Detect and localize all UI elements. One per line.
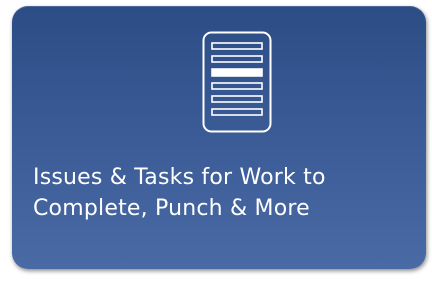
- tile-label: Issues & Tasks for Work to Complete, Pun…: [33, 165, 326, 221]
- issues-tasks-tile[interactable]: Issues & Tasks for Work to Complete, Pun…: [12, 6, 426, 269]
- task-list-icon: [202, 31, 272, 133]
